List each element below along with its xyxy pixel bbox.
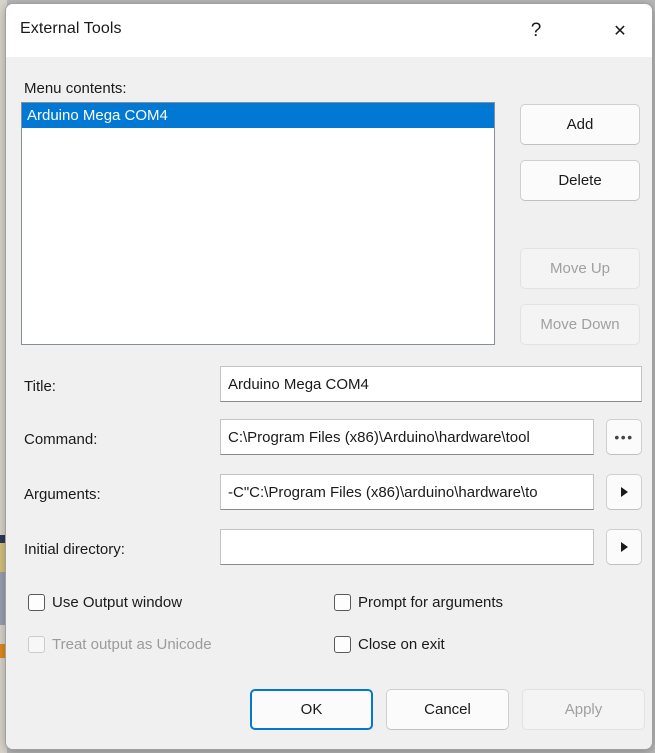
menu-contents-label: Menu contents: [24, 80, 127, 97]
checkbox-label: Close on exit [358, 636, 445, 653]
initial-directory-input[interactable] [220, 529, 594, 565]
arguments-input[interactable] [220, 474, 594, 510]
initial-directory-field-label: Initial directory: [24, 541, 125, 558]
triangle-right-icon [620, 542, 628, 552]
arguments-triangle-right-icon[interactable] [606, 474, 642, 510]
move-up-button[interactable]: Move Up [520, 248, 640, 289]
initial-directory-triangle-right-icon[interactable] [606, 529, 642, 565]
close-icon[interactable]: ✕ [597, 4, 643, 57]
checkbox-close-on-exit[interactable]: Close on exit [334, 636, 445, 653]
ellipsis-glyph: ••• [614, 429, 634, 445]
move-down-button[interactable]: Move Down [520, 304, 640, 345]
cancel-button[interactable]: Cancel [386, 689, 509, 730]
external-tools-dialog: External Tools ? ✕ Menu contents: Arduin… [5, 3, 653, 750]
help-icon[interactable]: ? [513, 4, 559, 57]
menu-contents-listbox[interactable]: Arduino Mega COM4 [21, 102, 495, 345]
delete-button[interactable]: Delete [520, 160, 640, 201]
dialog-title: External Tools [20, 20, 122, 37]
checkbox-box[interactable] [28, 594, 45, 611]
checkbox-prompt-for-arguments[interactable]: Prompt for arguments [334, 594, 503, 611]
arguments-field-label: Arguments: [24, 486, 101, 503]
command-field-label: Command: [24, 431, 98, 448]
checkbox-box[interactable] [334, 594, 351, 611]
list-item[interactable]: Arduino Mega COM4 [22, 103, 494, 128]
checkbox-label: Treat output as Unicode [52, 636, 212, 653]
triangle-right-icon [620, 487, 628, 497]
checkbox-box [28, 636, 45, 653]
checkbox-use-output-window[interactable]: Use Output window [28, 594, 182, 611]
checkbox-treat-output-as-unicode: Treat output as Unicode [28, 636, 212, 653]
ellipsis-icon[interactable]: ••• [606, 419, 642, 455]
checkbox-box[interactable] [334, 636, 351, 653]
dialog-titlebar: External Tools ? ✕ [6, 4, 652, 57]
checkbox-label: Use Output window [52, 594, 183, 611]
checkbox-label: Prompt for arguments [358, 594, 504, 611]
apply-button[interactable]: Apply [522, 689, 645, 730]
command-input[interactable] [220, 419, 594, 455]
title-input[interactable] [220, 366, 642, 402]
add-button[interactable]: Add [520, 104, 640, 145]
dialog-body: Menu contents: Arduino Mega COM4 Add Del… [6, 57, 652, 749]
title-field-label: Title: [24, 378, 56, 395]
ok-button[interactable]: OK [250, 689, 373, 730]
